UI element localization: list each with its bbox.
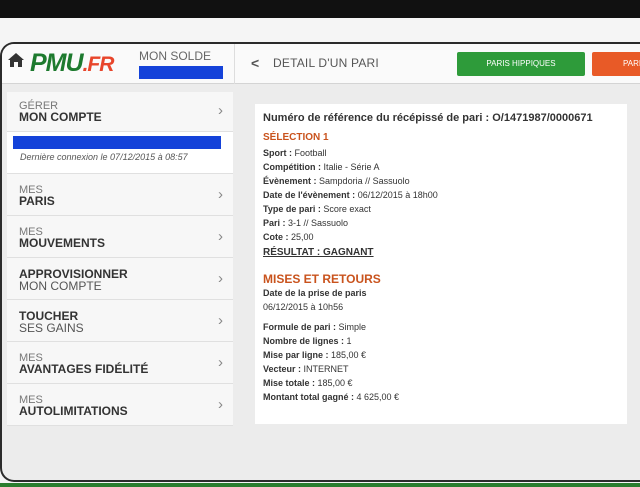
chevron-right-icon: › — [218, 354, 223, 371]
sidebar-item-label: MON COMPTE — [19, 110, 102, 124]
chevron-left-icon[interactable]: < — [251, 55, 259, 71]
sidebar-item-gerer-compte[interactable]: GÉRER MON COMPTE › — [7, 92, 233, 132]
bet-detail-panel: Numéro de référence du récépissé de pari… — [255, 104, 627, 424]
competition-row: Compétition : Italie - Série A — [263, 162, 380, 172]
bottom-accent-line — [0, 483, 640, 487]
app-screen: PMU.FR MON SOLDE < DETAIL D'UN PARI PARI… — [0, 42, 640, 482]
account-name-redacted — [13, 136, 221, 149]
event-date-row: Date de l'évènement : 06/12/2015 à 18h00 — [263, 190, 438, 200]
stake-per-line-value: 185,00 € — [331, 350, 367, 360]
sport-row: Sport : Football — [263, 148, 327, 158]
page-title: DETAIL D'UN PARI — [273, 56, 379, 70]
bet-row: Pari : 3-1 // Sassuolo — [263, 218, 348, 228]
sidebar-item-toucher-gains[interactable]: TOUCHER SES GAINS › — [7, 300, 233, 342]
bet-type-value: Score exact — [323, 204, 371, 214]
total-stake-value: 185,00 € — [317, 378, 353, 388]
sidebar-item-sublabel: MON COMPTE — [19, 279, 102, 293]
total-stake-row: Mise totale : 185,00 € — [263, 378, 353, 388]
header-divider — [234, 44, 235, 84]
last-connection-text: Dernière connexion le 07/12/2015 à 08:57 — [20, 152, 188, 162]
app-header: PMU.FR MON SOLDE < DETAIL D'UN PARI PARI… — [2, 44, 640, 84]
placement-date-label-text: Date de la prise de paris — [263, 288, 367, 298]
channel-value: INTERNET — [303, 364, 349, 374]
pmu-logo[interactable]: PMU.FR — [30, 49, 115, 78]
competition-label: Compétition : — [263, 162, 321, 172]
sidebar-item-autolimitations[interactable]: MES AUTOLIMITATIONS › — [7, 384, 233, 426]
balance-label: MON SOLDE — [139, 49, 212, 63]
total-won-label: Montant total gagné : — [263, 392, 354, 402]
formula-value: Simple — [338, 322, 367, 332]
formula-row: Formule de pari : Simple — [263, 322, 366, 332]
event-row: Évènement : Sampdoria // Sassuolo — [263, 176, 410, 186]
stakes-section-title: MISES ET RETOURS — [263, 272, 381, 286]
paris-sportifs-button[interactable]: PARIS — [592, 52, 640, 76]
placement-date-value: 06/12/2015 à 10h56 — [263, 302, 344, 312]
placement-date-label: Date de la prise de paris — [263, 288, 367, 298]
selection-title: SÉLECTION 1 — [263, 132, 329, 143]
chevron-right-icon: › — [218, 270, 223, 287]
channel-row: Vecteur : INTERNET — [263, 364, 349, 374]
lines-value: 1 — [346, 336, 352, 346]
logo-main: PMU — [30, 49, 84, 77]
sidebar-item-mouvements[interactable]: MES MOUVEMENTS › — [7, 216, 233, 258]
odds-row: Cote : 25,00 — [263, 232, 314, 242]
sport-label: Sport : — [263, 148, 292, 158]
balance-widget[interactable]: MON SOLDE — [139, 49, 223, 79]
sidebar-item-label: AUTOLIMITATIONS — [19, 404, 128, 418]
sidebar-item-paris[interactable]: MES PARIS › — [7, 174, 233, 216]
chevron-right-icon: › — [218, 102, 223, 119]
channel-label: Vecteur : — [263, 364, 302, 374]
event-date-label: Date de l'évènement : — [263, 190, 356, 200]
bet-value: 3-1 // Sassuolo — [288, 218, 349, 228]
sidebar-item-approvisionner[interactable]: APPROVISIONNER MON COMPTE › — [7, 258, 233, 300]
result-text: RÉSULTAT : GAGNANT — [263, 247, 374, 258]
bet-type-row: Type de pari : Score exact — [263, 204, 371, 214]
chevron-right-icon: › — [218, 186, 223, 203]
sidebar-item-avantages[interactable]: MES AVANTAGES FIDÉLITÉ › — [7, 342, 233, 384]
chevron-right-icon: › — [218, 396, 223, 413]
sidebar-item-sublabel: SES GAINS — [19, 321, 84, 335]
balance-redacted — [139, 66, 223, 79]
bet-type-label: Type de pari : — [263, 204, 321, 214]
account-sidebar: GÉRER MON COMPTE › Dernière connexion le… — [7, 92, 233, 426]
home-icon[interactable] — [7, 52, 25, 68]
stake-per-line-row: Mise par ligne : 185,00 € — [263, 350, 366, 360]
lines-row: Nombre de lignes : 1 — [263, 336, 352, 346]
account-info: Dernière connexion le 07/12/2015 à 08:57 — [7, 132, 233, 174]
competition-value: Italie - Série A — [323, 162, 380, 172]
logo-suffix: .FR — [82, 53, 115, 76]
chevron-right-icon: › — [218, 228, 223, 245]
total-stake-label: Mise totale : — [263, 378, 316, 388]
event-value: Sampdoria // Sassuolo — [319, 176, 410, 186]
sport-value: Football — [294, 148, 327, 158]
sidebar-item-label: MOUVEMENTS — [19, 236, 106, 250]
event-date-value: 06/12/2015 à 18h00 — [357, 190, 438, 200]
event-label: Évènement : — [263, 176, 317, 186]
sidebar-item-label: AVANTAGES FIDÉLITÉ — [19, 362, 149, 376]
sidebar-item-label: PARIS — [19, 194, 55, 208]
odds-label: Cote : — [263, 232, 289, 242]
receipt-reference: Numéro de référence du récépissé de pari… — [263, 112, 593, 124]
stake-per-line-label: Mise par ligne : — [263, 350, 329, 360]
lines-label: Nombre de lignes : — [263, 336, 345, 346]
photo-top-border — [0, 0, 640, 18]
paris-hippiques-button[interactable]: PARIS HIPPIQUES — [457, 52, 585, 76]
total-won-value: 4 625,00 € — [356, 392, 400, 402]
total-won-row: Montant total gagné : 4 625,00 € — [263, 392, 399, 402]
chevron-right-icon: › — [218, 312, 223, 329]
formula-label: Formule de pari : — [263, 322, 337, 332]
odds-value: 25,00 — [291, 232, 314, 242]
bet-label: Pari : — [263, 218, 286, 228]
